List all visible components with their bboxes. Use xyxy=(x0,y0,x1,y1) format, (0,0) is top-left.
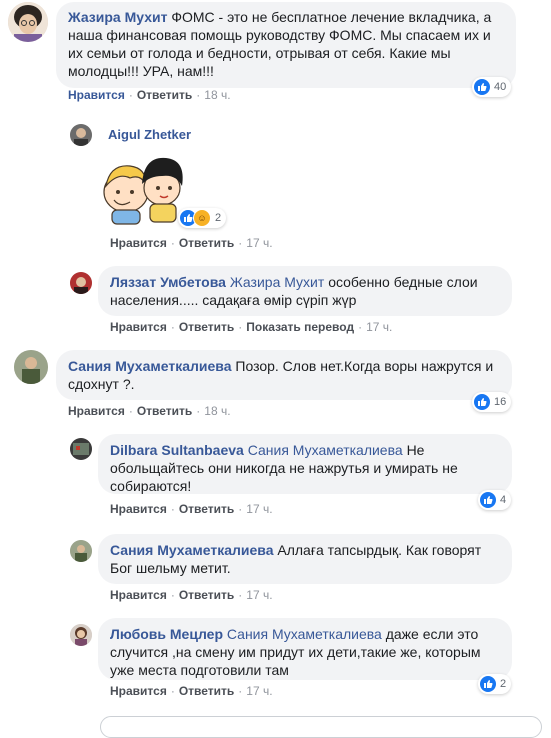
comment-actions: Нравится · Ответить · 17 ч. xyxy=(110,502,273,516)
like-button[interactable]: Нравится xyxy=(110,684,167,698)
like-reaction-icon xyxy=(480,492,496,508)
reply-button[interactable]: Ответить xyxy=(179,588,234,602)
avatar[interactable] xyxy=(70,272,92,294)
like-button[interactable]: Нравится xyxy=(110,588,167,602)
avatar-photo-icon xyxy=(70,272,92,294)
reaction-count[interactable]: 4 xyxy=(478,490,512,510)
reply-button[interactable]: Ответить xyxy=(179,236,234,250)
reply-button[interactable]: Ответить xyxy=(179,320,234,334)
mention-link[interactable]: Сания Мухаметкалиева xyxy=(248,442,403,458)
comment-actions: Нравится · Ответить · Показать перевод · 17 ч. xyxy=(110,320,393,334)
reaction-number: 4 xyxy=(500,494,507,506)
like-button[interactable]: Нравится xyxy=(110,502,167,516)
comment-bubble: Dilbara Sultanbaeva Сания Мухаметкалиева… xyxy=(98,434,512,494)
translate-button[interactable]: Показать перевод xyxy=(246,320,354,334)
reply-button[interactable]: Ответить xyxy=(137,404,192,418)
reaction-number: 2 xyxy=(215,212,222,224)
comment-actions: Нравится · Ответить · 17 ч. xyxy=(110,684,273,698)
comment-bubble: Любовь Мецлер Сания Мухаметкалиева даже … xyxy=(98,618,512,680)
avatar-photo-icon xyxy=(70,124,92,146)
like-button[interactable]: Нравится xyxy=(110,320,167,334)
like-reaction-icon xyxy=(480,676,496,692)
like-button[interactable]: Нравится xyxy=(110,236,167,250)
reaction-number: 16 xyxy=(494,396,507,408)
comment-bubble: Сания Мухаметкалиева Аллаға тапсырдық. К… xyxy=(98,534,512,584)
avatar-photo-icon xyxy=(70,624,92,646)
avatar[interactable] xyxy=(70,540,92,562)
comment-author[interactable]: Aigul Zhetker xyxy=(108,127,191,142)
avatar[interactable] xyxy=(8,2,48,42)
avatar-photo-icon xyxy=(8,2,48,42)
comment-time[interactable]: 18 ч. xyxy=(204,404,230,418)
avatar[interactable] xyxy=(70,438,92,460)
comment-bubble: Сания Мухаметкалиева Позор. Слов нет.Ког… xyxy=(56,350,512,400)
reply-button[interactable]: Ответить xyxy=(179,502,234,516)
like-button[interactable]: Нравится xyxy=(68,404,125,418)
like-reaction-icon xyxy=(474,79,490,95)
like-reaction-icon xyxy=(474,394,490,410)
comment-author[interactable]: Жазира Мухит xyxy=(68,9,167,25)
avatar-photo-icon xyxy=(14,350,48,384)
reply-button[interactable]: Ответить xyxy=(179,684,234,698)
reply-button[interactable]: Ответить xyxy=(137,88,192,102)
comment-author[interactable]: Любовь Мецлер xyxy=(110,626,223,642)
reaction-count[interactable]: 2 xyxy=(478,674,512,694)
reaction-count[interactable]: 40 xyxy=(472,77,512,97)
sticker-two-kids-hug xyxy=(100,152,190,228)
avatar[interactable] xyxy=(14,350,48,384)
like-button[interactable]: Нравится xyxy=(68,88,125,102)
avatar[interactable] xyxy=(70,624,92,646)
mention-link[interactable]: Жазира Мухит xyxy=(230,274,324,290)
comment-actions: Нравится · Ответить · 17 ч. xyxy=(110,588,273,602)
comment-time[interactable]: 17 ч. xyxy=(366,320,392,334)
comment-bubble: Жазира Мухит ФОМС - это не бесплатное ле… xyxy=(56,2,516,88)
mention-link[interactable]: Сания Мухаметкалиева xyxy=(227,626,382,642)
comment-time[interactable]: 17 ч. xyxy=(246,502,272,516)
comment-author[interactable]: Ляззат Умбетова xyxy=(110,274,226,290)
comment-actions: Нравится · Ответить · 17 ч. xyxy=(110,236,273,250)
comment-actions: Нравится · Ответить · 18 ч. xyxy=(68,404,231,418)
avatar[interactable] xyxy=(70,124,92,146)
reaction-count[interactable]: ☺ 2 xyxy=(178,208,227,228)
avatar-photo-icon xyxy=(70,540,92,562)
comment-bubble: Ляззат Умбетова Жазира Мухит особенно бе… xyxy=(98,266,512,316)
comment-time[interactable]: 17 ч. xyxy=(246,588,272,602)
reaction-number: 40 xyxy=(494,81,507,93)
comment-time[interactable]: 18 ч. xyxy=(204,88,230,102)
comment-author[interactable]: Dilbara Sultanbaeva xyxy=(110,442,244,458)
reaction-number: 2 xyxy=(500,678,507,690)
comment-author[interactable]: Сания Мухаметкалиева xyxy=(68,358,231,374)
comment-actions: Нравится · Ответить · 18 ч. xyxy=(68,88,231,102)
sticker-icon xyxy=(103,157,183,225)
comment-author[interactable]: Сания Мухаметкалиева xyxy=(110,542,273,558)
reaction-count[interactable]: 16 xyxy=(472,392,512,412)
comment-time[interactable]: 17 ч. xyxy=(246,236,272,250)
haha-reaction-icon: ☺ xyxy=(193,209,211,227)
comment-time[interactable]: 17 ч. xyxy=(246,684,272,698)
avatar-photo-icon xyxy=(70,438,92,460)
reply-input[interactable] xyxy=(100,716,542,738)
